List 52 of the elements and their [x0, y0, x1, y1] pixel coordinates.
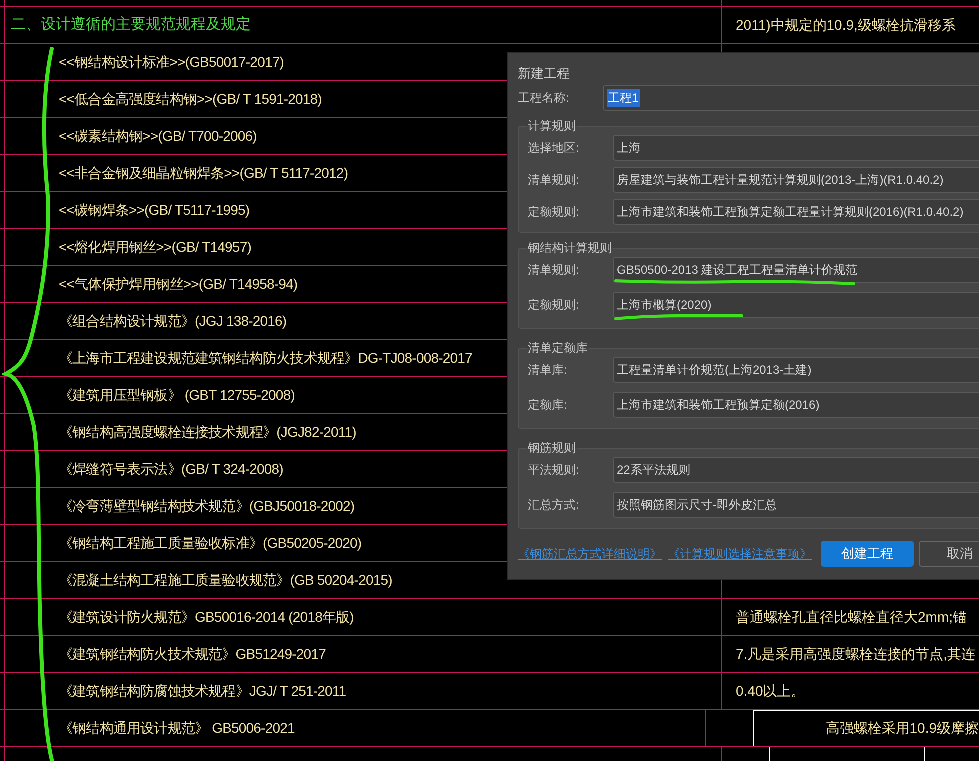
- field-label: 清单规则:: [528, 262, 580, 279]
- standard-reference: 《上海市工程建设规范建筑钢结构防火技术规程》DG-TJ08-008-2017: [59, 348, 472, 368]
- note-text: 0.40以上。: [736, 682, 806, 700]
- cancel-button[interactable]: 取消: [919, 541, 979, 567]
- dropdown-field[interactable]: 上海市概算(2020): [613, 292, 979, 318]
- dropdown-field[interactable]: 按照钢筋图示尺寸-即外皮汇总: [613, 492, 979, 518]
- create-button[interactable]: 创建工程: [821, 541, 914, 567]
- standard-reference: <<非合金钢及细晶粒钢焊条>>(GB/ T 5117-2012): [59, 164, 348, 183]
- standard-reference: 《钢结构通用设计规范》 GB5006-2021: [59, 718, 295, 738]
- field-label: 定额规则:: [528, 204, 580, 221]
- standard-reference: 《钢结构工程施工质量验收标准》(GB50205-2020): [59, 534, 362, 553]
- standard-reference: 《混凝土结构工程施工质量验收规范》(GB 50204-2015): [59, 570, 392, 590]
- group-title: 计算规则: [527, 118, 577, 135]
- note-text: 2011)中规定的10.9,级螺栓抗滑移系: [736, 16, 956, 35]
- group-title: 钢筋规则: [527, 440, 577, 457]
- table-cell: 高强螺栓采用10.9级摩擦: [752, 710, 979, 746]
- standard-reference: <<碳钢焊条>>(GB/ T5117-1995): [59, 200, 250, 220]
- field-label: 选择地区:: [528, 140, 580, 157]
- field-label: 汇总方式:: [528, 497, 580, 514]
- standard-reference: 《建筑设计防火规范》GB50016-2014 (2018年版): [59, 608, 354, 627]
- dropdown-field[interactable]: 工程量清单计价规范(上海2013-土建): [613, 357, 979, 383]
- dialog-title: 新建工程: [518, 65, 571, 83]
- standard-reference: 《焊缝符号表示法》(GB/ T 324-2008): [59, 460, 284, 479]
- field-label: 工程名称:: [518, 90, 570, 107]
- name-input[interactable]: 工程1: [603, 85, 979, 111]
- standard-reference: 《建筑用压型钢板》 (GBT 12755-2008): [59, 386, 295, 405]
- field-label: 清单库:: [528, 362, 568, 379]
- field-label: 定额规则:: [528, 297, 580, 314]
- standard-reference: <<气体保护焊用钢丝>>(GB/ T14958-94): [59, 274, 298, 294]
- field-label: 定额库:: [528, 397, 568, 414]
- dropdown-field[interactable]: 上海市建筑和装饰工程预算定额(2016): [613, 392, 979, 418]
- dropdown-field[interactable]: 上海市建筑和装饰工程预算定额工程量计算规则(2016)(R1.0.40.2): [613, 199, 979, 225]
- dropdown-field[interactable]: 22系平法规则: [613, 457, 979, 483]
- standard-reference: <<低合金高强度结构钢>>(GB/ T 1591-2018): [59, 90, 322, 109]
- note-text: 普通螺栓孔直径比螺栓直径大2mm;锚: [736, 608, 967, 626]
- section-heading: 二、设计遵循的主要规范规程及规定: [11, 14, 251, 35]
- group-title: 清单定额库: [527, 340, 589, 357]
- standard-reference: <<熔化焊用钢丝>>(GB/ T14957): [59, 238, 252, 257]
- group-title: 钢结构计算规则: [527, 240, 613, 257]
- standard-reference: <<钢结构设计标准>>(GB50017-2017): [59, 52, 284, 72]
- standard-reference: 《组合结构设计规范》(JGJ 138-2016): [59, 312, 287, 331]
- dropdown-field[interactable]: GB50500-2013 建设工程工程量清单计价规范: [613, 257, 979, 283]
- dropdown-field[interactable]: 房屋建筑与装饰工程计量规范计算规则(2013-上海)(R1.0.40.2): [613, 167, 979, 193]
- dropdown-field[interactable]: 上海: [613, 135, 979, 161]
- field-label: 清单规则:: [528, 172, 580, 189]
- standard-reference: 《冷弯薄壁型钢结构技术规范》(GBJ50018-2002): [59, 496, 355, 516]
- standard-reference: 《钢结构高强度螺栓连接技术规程》(JGJ82-2011): [59, 422, 356, 442]
- standard-reference: <<碳素结构钢>>(GB/ T700-2006): [59, 126, 257, 146]
- standard-reference: 《建筑钢结构防腐蚀技术规程》JGJ/ T 251-2011: [59, 682, 346, 700]
- field-label: 平法规则:: [528, 462, 580, 479]
- note-text: 7.凡是采用高强度螺栓连接的节点,其连: [736, 644, 976, 664]
- standard-reference: 《建筑钢结构防火技术规范》GB51249-2017: [59, 644, 326, 664]
